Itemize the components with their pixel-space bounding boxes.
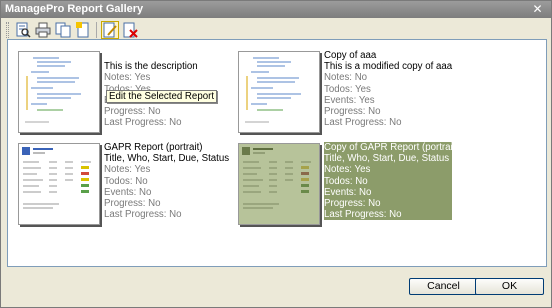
report-notes: Notes: Yes bbox=[104, 72, 151, 84]
cancel-button[interactable]: Cancel bbox=[409, 278, 478, 295]
report-todos: Todos: Yes bbox=[324, 83, 371, 95]
delete-report-icon bbox=[123, 22, 138, 38]
report-item-selected[interactable]: Copy of GAPR Report (portrait) Title, Wh… bbox=[238, 142, 459, 228]
report-events: Events: No bbox=[104, 186, 152, 198]
report-thumbnail[interactable] bbox=[238, 143, 320, 225]
toolbar-grip[interactable] bbox=[6, 22, 9, 38]
report-preview-image bbox=[242, 147, 311, 209]
report-events: Events: No bbox=[324, 186, 372, 198]
report-preview-image bbox=[245, 57, 301, 123]
report-name: Copy of GAPR Report (portrait) bbox=[324, 142, 459, 153]
window-title: ManagePro Report Gallery bbox=[5, 3, 144, 15]
report-todos: Todos: No bbox=[324, 175, 368, 187]
report-gallery-list[interactable]: This is the description Notes: Yes Todos… bbox=[7, 39, 547, 267]
report-events: Events: Yes bbox=[324, 94, 375, 106]
report-description: This is a modified copy of aaa bbox=[324, 61, 453, 73]
report-last-progress: Last Progress: No bbox=[104, 209, 182, 221]
report-last-progress: Last Progress: No bbox=[324, 117, 402, 129]
report-progress: Progress: No bbox=[324, 105, 381, 117]
report-notes: Notes: Yes bbox=[324, 164, 371, 176]
delete-report-button[interactable] bbox=[121, 21, 139, 39]
report-thumbnail[interactable] bbox=[18, 51, 100, 133]
edit-report-button[interactable] bbox=[101, 21, 119, 39]
toolbar bbox=[2, 19, 202, 41]
preview-report-icon bbox=[16, 22, 31, 38]
new-report-button[interactable] bbox=[74, 21, 92, 39]
report-gallery-dialog: ManagePro Report Gallery ✕ This is the d… bbox=[0, 0, 552, 308]
edit-report-icon bbox=[103, 22, 117, 38]
report-info[interactable]: Copy of GAPR Report (portrait) Title, Wh… bbox=[324, 142, 459, 221]
report-name: GAPR Report (portrait) bbox=[104, 142, 203, 153]
report-progress: Progress: No bbox=[104, 197, 161, 209]
ok-button[interactable]: OK bbox=[475, 278, 544, 295]
report-progress: Progress: No bbox=[104, 105, 161, 117]
report-todos: Todos: No bbox=[104, 175, 148, 187]
report-description: This is the description bbox=[104, 61, 198, 73]
report-item[interactable]: Copy of aaa This is a modified copy of a… bbox=[238, 50, 453, 136]
report-description: Title, Who, Start, Due, Status bbox=[104, 153, 230, 165]
report-info[interactable]: Copy of aaa This is a modified copy of a… bbox=[324, 50, 452, 128]
report-last-progress: Last Progress: No bbox=[104, 117, 182, 129]
report-name bbox=[104, 50, 232, 61]
report-description: Title, Who, Start, Due, Status bbox=[324, 153, 450, 165]
close-icon[interactable]: ✕ bbox=[530, 2, 545, 17]
copy-report-icon bbox=[55, 22, 71, 38]
report-item[interactable]: GAPR Report (portrait) Title, Who, Start… bbox=[18, 142, 233, 228]
print-report-button[interactable] bbox=[34, 21, 52, 39]
print-report-icon bbox=[35, 22, 51, 38]
report-thumbnail[interactable] bbox=[238, 51, 320, 133]
report-thumbnail[interactable] bbox=[18, 143, 100, 225]
copy-report-button[interactable] bbox=[54, 21, 72, 39]
title-bar: ManagePro Report Gallery ✕ bbox=[1, 1, 551, 18]
report-preview-image bbox=[22, 147, 91, 209]
report-info[interactable]: GAPR Report (portrait) Title, Who, Start… bbox=[104, 142, 232, 220]
toolbar-separator bbox=[96, 22, 97, 38]
report-preview-image bbox=[25, 57, 81, 123]
report-notes: Notes: No bbox=[324, 72, 368, 84]
report-name: Copy of aaa bbox=[324, 50, 377, 61]
tooltip: Edit the Selected Report bbox=[106, 90, 218, 103]
report-last-progress: Last Progress: No bbox=[324, 209, 402, 221]
new-report-icon bbox=[76, 22, 89, 38]
report-progress: Progress: No bbox=[324, 197, 381, 209]
preview-report-button[interactable] bbox=[14, 21, 32, 39]
report-notes: Notes: Yes bbox=[104, 164, 151, 176]
